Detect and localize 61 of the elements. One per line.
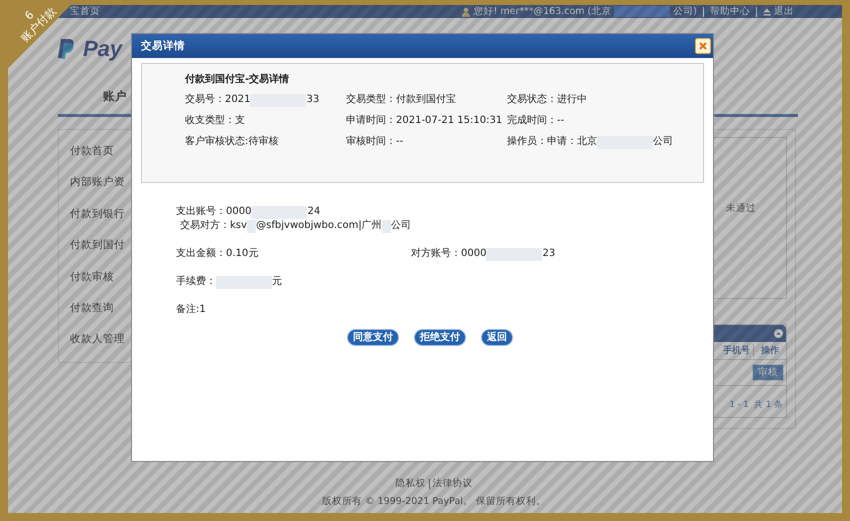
field-value: 0.10元 bbox=[226, 247, 258, 261]
summary-title: 付款到国付宝-交易详情 bbox=[185, 72, 290, 86]
top-link[interactable]: 退出 bbox=[774, 5, 794, 18]
pager-text: 1 - 1 共 1 条 bbox=[729, 398, 783, 410]
dialog-button[interactable]: 拒绝支付 bbox=[414, 329, 466, 346]
field-value: -- bbox=[557, 114, 564, 128]
field-value: 元 bbox=[272, 275, 282, 289]
field-value: -- bbox=[396, 135, 404, 149]
field-value: 23 bbox=[542, 247, 556, 261]
field-label: 完成时间： bbox=[507, 114, 557, 128]
dialog-button[interactable]: 同意支付 bbox=[347, 329, 399, 346]
logo-icon bbox=[58, 38, 75, 58]
top-link[interactable]: 帮助中心 bbox=[710, 5, 750, 18]
field-value: 0000 bbox=[461, 247, 486, 261]
status-text: 未通过 bbox=[726, 202, 756, 214]
field-label: 审核时间： bbox=[346, 135, 396, 149]
footer-link[interactable]: 法律协议 bbox=[432, 477, 472, 490]
footer-link[interactable]: 隐私权 bbox=[396, 477, 426, 490]
ribbon-number: 6 bbox=[22, 8, 36, 22]
field-value: 待审核 bbox=[248, 135, 278, 149]
field-value: 公司 bbox=[653, 135, 673, 149]
greeting-text: 您好! mer***@163.com (北京 bbox=[474, 5, 612, 18]
close-icon[interactable] bbox=[695, 38, 711, 54]
field-value: 1 bbox=[199, 303, 206, 317]
field-value: 2021 bbox=[225, 93, 250, 107]
redacted-block bbox=[614, 6, 670, 17]
field-value: 24 bbox=[307, 205, 320, 219]
field-label: 手续费： bbox=[176, 275, 216, 289]
logo-text: Pay bbox=[83, 36, 122, 62]
field-label: 支出金额： bbox=[176, 247, 226, 261]
field-value: 2021-07-21 15:10:31 bbox=[396, 114, 502, 128]
field-value: 支 bbox=[235, 114, 245, 128]
field-value: ksv bbox=[230, 219, 247, 233]
field-label: 交易类型： bbox=[346, 93, 396, 107]
greeting-text: 公司) bbox=[673, 5, 697, 18]
copyright-text: 版权所有 © 1999-2021 PayPal。 保留所有权利。 bbox=[322, 496, 546, 507]
field-value: 进行中 bbox=[557, 93, 587, 107]
field-label: 交易对方： bbox=[180, 219, 230, 233]
field-value: 公司 bbox=[391, 219, 411, 233]
dialog-button[interactable]: 返回 bbox=[481, 329, 513, 346]
field-value: 付款到国付宝 bbox=[396, 93, 456, 107]
field-label: 客户审核状态: bbox=[185, 135, 248, 149]
field-label: 交易号： bbox=[185, 93, 225, 107]
eject-icon bbox=[763, 8, 771, 16]
field-value: 0000 bbox=[226, 205, 252, 219]
field-value: 申请：北京 bbox=[547, 135, 597, 149]
field-label: 收支类型： bbox=[185, 114, 235, 128]
user-icon bbox=[460, 6, 471, 16]
field-label: 支出账号： bbox=[176, 205, 226, 219]
nav-tab[interactable]: 账户 bbox=[103, 89, 127, 104]
field-label: 申请时间： bbox=[346, 114, 396, 128]
field-label: 交易状态： bbox=[507, 93, 557, 107]
field-label: 备注: bbox=[176, 303, 200, 317]
collapse-icon[interactable] bbox=[774, 329, 783, 338]
field-value: @sfbjvwobjwbo.com|广州 bbox=[256, 219, 382, 233]
field-label: 操作员： bbox=[507, 135, 547, 149]
field-label: 对方账号： bbox=[411, 247, 461, 261]
column-header: 操作 bbox=[760, 344, 780, 357]
dialog-title: 交易详情 bbox=[141, 39, 185, 53]
field-value: 33 bbox=[306, 93, 320, 107]
home-link[interactable]: 宝首页 bbox=[70, 5, 100, 18]
